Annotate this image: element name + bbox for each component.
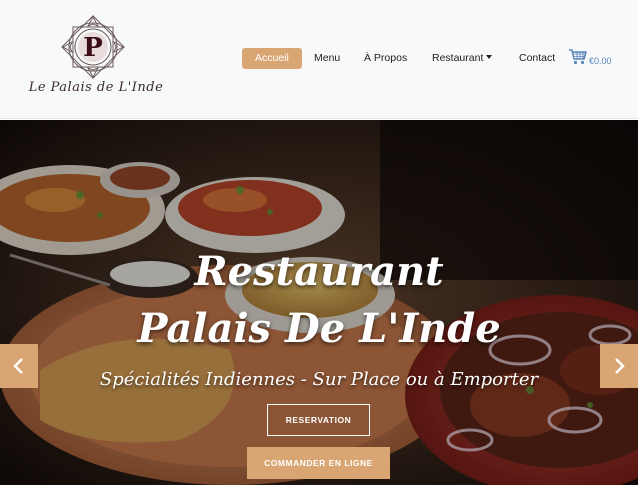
cart-total: €0.00 xyxy=(589,56,612,66)
caret-down-icon xyxy=(486,55,493,59)
hero-carousel: Restaurant Palais De L'Inde Spécialités … xyxy=(0,120,638,485)
carousel-next-button[interactable] xyxy=(600,344,638,388)
hero-title-line1: Restaurant xyxy=(194,248,444,295)
site-header: P Le Palais de L'Inde Accueil Menu À Pro… xyxy=(0,0,638,119)
brand-logo[interactable]: P Le Palais de L'Inde xyxy=(28,14,164,102)
logo-text: Le Palais de L'Inde xyxy=(28,80,164,95)
nav-item-a-propos[interactable]: À Propos xyxy=(364,48,407,69)
logo-letter: P xyxy=(83,33,103,63)
nav-item-restaurant-label: Restaurant xyxy=(432,52,484,64)
chevron-left-icon xyxy=(13,358,23,374)
shopping-cart-icon xyxy=(569,49,587,65)
carousel-prev-button[interactable] xyxy=(0,344,38,388)
hero-title-line2: Palais De L'Inde xyxy=(137,305,501,352)
nav-item-menu[interactable]: Menu xyxy=(314,48,340,69)
nav-item-restaurant[interactable]: Restaurant xyxy=(432,48,493,69)
logo-emblem-icon: P xyxy=(61,15,125,79)
order-online-button[interactable]: COMMANDER EN LIGNE xyxy=(247,447,390,479)
hero-subtitle: Spécialités Indiennes - Sur Place ou à E… xyxy=(99,369,539,390)
nav-item-accueil[interactable]: Accueil xyxy=(242,48,302,69)
nav-item-contact[interactable]: Contact xyxy=(519,48,555,69)
reservation-button[interactable]: RESERVATION xyxy=(267,404,370,436)
chevron-right-icon xyxy=(615,358,625,374)
